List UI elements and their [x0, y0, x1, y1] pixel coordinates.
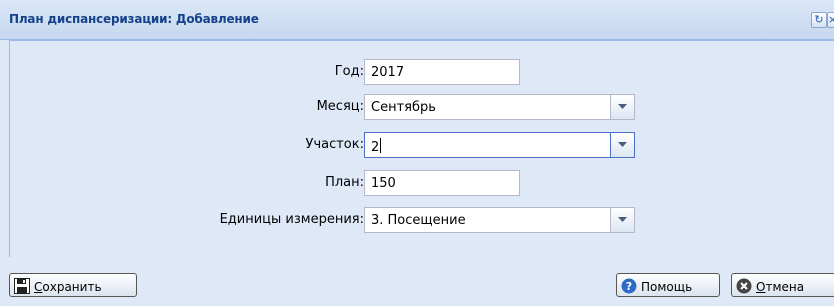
year-row: Год: 2017	[10, 57, 834, 87]
units-row: Единицы измерения: 3. Посещение	[10, 205, 834, 235]
area-dropdown-trigger[interactable]	[610, 133, 634, 157]
units-combo[interactable]: 3. Посещение	[364, 207, 635, 233]
year-label: Год:	[334, 64, 364, 79]
area-combo[interactable]: 2	[364, 132, 635, 158]
chevron-down-icon	[618, 104, 627, 109]
cancel-icon	[736, 278, 752, 297]
month-row: Месяц: Сентябрь	[10, 92, 834, 122]
close-icon[interactable]: ×	[827, 12, 834, 28]
svg-text:?: ?	[626, 280, 632, 293]
month-combo[interactable]: Сентябрь	[364, 94, 635, 120]
dialog-window: План диспансеризации: Добавление ↻ × Год…	[0, 0, 834, 306]
form-panel: Год: 2017 Месяц: Сентябрь Участок: 2 Пла…	[9, 40, 834, 258]
chevron-down-icon	[618, 217, 627, 222]
cancel-button[interactable]: Отмена	[731, 273, 834, 297]
title-bar: План диспансеризации: Добавление ↻ ×	[0, 0, 834, 40]
year-field[interactable]: 2017	[364, 59, 520, 85]
window-title: План диспансеризации: Добавление	[9, 12, 259, 26]
help-button[interactable]: ? Помощь	[616, 273, 720, 297]
month-dropdown-trigger[interactable]	[610, 95, 634, 119]
floppy-disk-icon	[14, 278, 30, 297]
month-label: Месяц:	[316, 99, 364, 114]
dialog-footer: Сохранить ? Помощь Отмена	[0, 257, 834, 306]
help-icon: ?	[621, 278, 637, 297]
area-row: Участок: 2	[10, 130, 834, 160]
units-label: Единицы измерения:	[219, 212, 364, 227]
plan-row: План: 150	[10, 168, 834, 198]
save-button[interactable]: Сохранить	[9, 273, 137, 297]
area-label: Участок:	[305, 137, 364, 152]
plan-label: План:	[325, 175, 364, 190]
plan-field[interactable]: 150	[364, 170, 520, 196]
refresh-icon[interactable]: ↻	[811, 12, 827, 28]
text-cursor	[380, 138, 382, 153]
chevron-down-icon	[618, 142, 627, 147]
units-dropdown-trigger[interactable]	[610, 208, 634, 232]
